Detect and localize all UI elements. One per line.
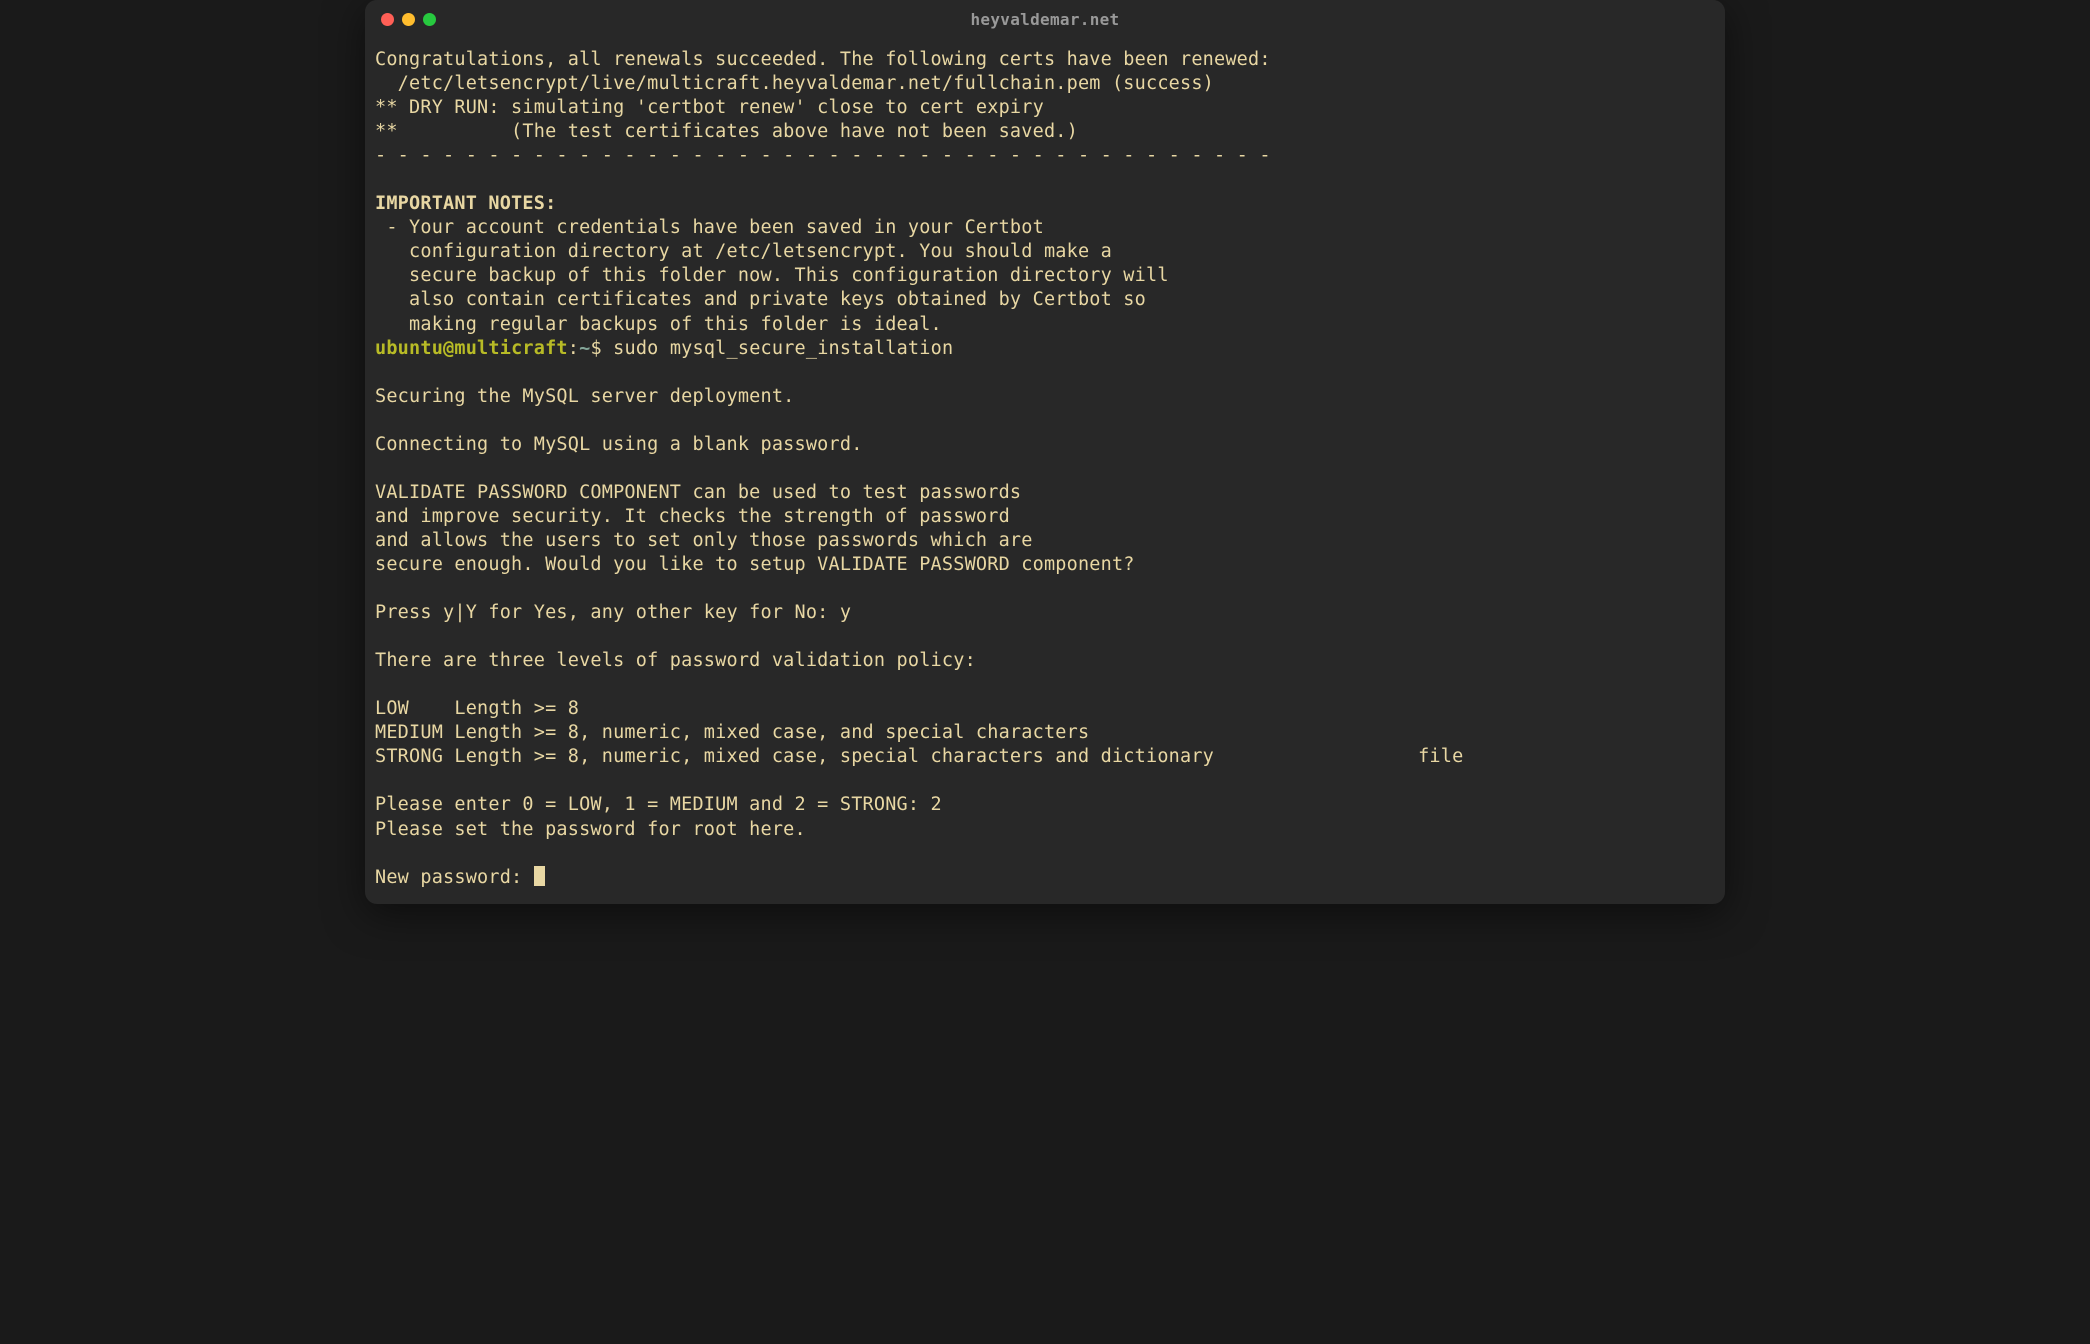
output-line: and allows the users to set only those p… bbox=[375, 530, 1033, 551]
output-line: ** (The test certificates above have not… bbox=[375, 121, 1078, 142]
output-line: STRONG Length >= 8, numeric, mixed case,… bbox=[375, 746, 1463, 767]
password-prompt: New password: bbox=[375, 867, 534, 888]
output-line: Congratulations, all renewals succeeded.… bbox=[375, 49, 1271, 70]
maximize-icon[interactable] bbox=[423, 13, 436, 26]
output-line: Connecting to MySQL using a blank passwo… bbox=[375, 434, 863, 455]
output-line: secure backup of this folder now. This c… bbox=[375, 265, 1169, 286]
important-notes-header: IMPORTANT NOTES: bbox=[375, 193, 556, 214]
prompt-colon: : bbox=[568, 338, 579, 359]
terminal-body[interactable]: Congratulations, all renewals succeeded.… bbox=[365, 38, 1725, 904]
minimize-icon[interactable] bbox=[402, 13, 415, 26]
window-title: heyvaldemar.net bbox=[971, 10, 1120, 29]
output-line: - Your account credentials have been sav… bbox=[375, 217, 1044, 238]
titlebar: heyvaldemar.net bbox=[365, 0, 1725, 38]
traffic-lights bbox=[381, 13, 436, 26]
output-line: Please enter 0 = LOW, 1 = MEDIUM and 2 =… bbox=[375, 794, 942, 815]
prompt-path: ~ bbox=[579, 338, 590, 359]
output-line: ** DRY RUN: simulating 'certbot renew' c… bbox=[375, 97, 1044, 118]
output-line: - - - - - - - - - - - - - - - - - - - - … bbox=[375, 145, 1271, 166]
output-line: making regular backups of this folder is… bbox=[375, 314, 942, 335]
cursor-icon bbox=[534, 866, 545, 886]
prompt-user: ubuntu bbox=[375, 338, 443, 359]
output-line: There are three levels of password valid… bbox=[375, 650, 976, 671]
prompt-host: multicraft bbox=[454, 338, 567, 359]
output-line: Press y|Y for Yes, any other key for No:… bbox=[375, 602, 851, 623]
output-line: also contain certificates and private ke… bbox=[375, 289, 1146, 310]
output-line: MEDIUM Length >= 8, numeric, mixed case,… bbox=[375, 722, 1089, 743]
output-line: configuration directory at /etc/letsencr… bbox=[375, 241, 1112, 262]
output-line: Please set the password for root here. bbox=[375, 819, 806, 840]
terminal-window: heyvaldemar.net Congratulations, all ren… bbox=[365, 0, 1725, 904]
output-line: Securing the MySQL server deployment. bbox=[375, 386, 795, 407]
close-icon[interactable] bbox=[381, 13, 394, 26]
prompt-dollar: $ bbox=[590, 338, 613, 359]
output-line: secure enough. Would you like to setup V… bbox=[375, 554, 1135, 575]
prompt-at: @ bbox=[443, 338, 454, 359]
output-line: and improve security. It checks the stre… bbox=[375, 506, 1010, 527]
output-line: LOW Length >= 8 bbox=[375, 698, 579, 719]
command-text: sudo mysql_secure_installation bbox=[613, 338, 953, 359]
output-line: VALIDATE PASSWORD COMPONENT can be used … bbox=[375, 482, 1021, 503]
output-line: /etc/letsencrypt/live/multicraft.heyvald… bbox=[375, 73, 1214, 94]
